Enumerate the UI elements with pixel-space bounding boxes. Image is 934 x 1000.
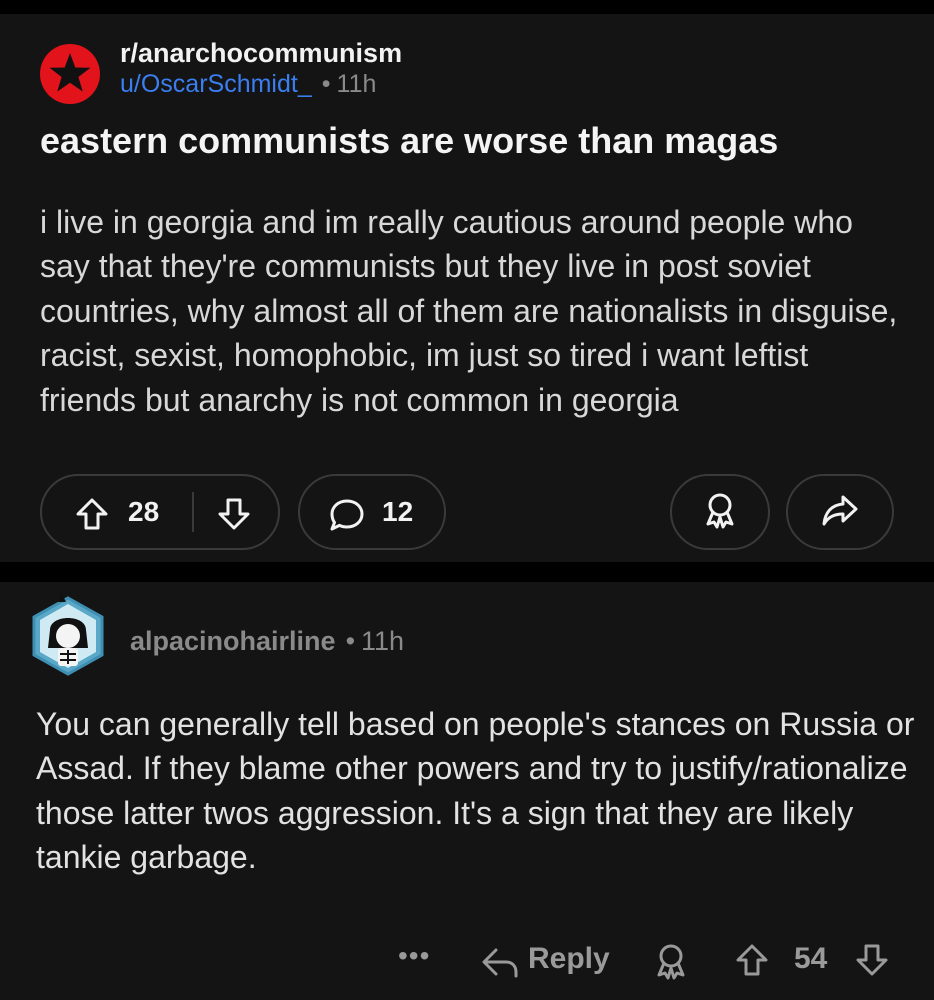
comment-bubble-icon: [328, 497, 366, 538]
commenter-avatar[interactable]: [28, 590, 108, 680]
comments-button[interactable]: 12: [298, 474, 446, 550]
comment-meta: alpacinohairline • 11h: [130, 626, 404, 657]
post-card[interactable]: r/anarchocommunism u/OscarSchmidt_ • 11h e…: [0, 14, 934, 562]
post-age: 11h: [336, 70, 377, 98]
subreddit-name[interactable]: r/anarchocommunism: [120, 38, 402, 69]
share-icon: [821, 493, 859, 532]
share-button[interactable]: [786, 474, 894, 550]
upvote-icon[interactable]: [74, 496, 110, 537]
reply-button[interactable]: Reply: [528, 942, 610, 976]
vote-bar: 28: [40, 474, 280, 550]
more-options-button[interactable]: •••: [398, 940, 430, 972]
comment-body: You can generally tell based on people's…: [36, 706, 915, 876]
meta-separator: •: [345, 626, 356, 656]
reply-arrow-icon[interactable]: [480, 944, 520, 985]
post-body: i live in georgia and im really cautious…: [40, 204, 898, 418]
status-bar-strip: [0, 0, 934, 14]
meta-separator: •: [321, 70, 331, 98]
vote-divider: [192, 492, 194, 532]
comment-upvote-icon[interactable]: [734, 942, 770, 983]
comment-card[interactable]: alpacinohairline • 11h You can generally t…: [0, 582, 934, 1000]
comment-vote-count: 54: [794, 942, 828, 975]
comment-downvote-icon[interactable]: [854, 942, 890, 983]
subreddit-star-icon[interactable]: [40, 44, 100, 104]
post-vote-count: 28: [128, 496, 160, 527]
award-button[interactable]: [670, 474, 770, 550]
downvote-icon[interactable]: [216, 496, 252, 537]
post-author[interactable]: u/OscarSchmidt_: [120, 70, 312, 98]
comment-count: 12: [382, 496, 414, 527]
post-meta: u/OscarSchmidt_ • 11h: [120, 70, 376, 99]
award-icon: [703, 491, 737, 534]
comment-username[interactable]: alpacinohairline: [130, 626, 336, 656]
comment-age: 11h: [361, 626, 405, 656]
comment-award-icon[interactable]: [654, 942, 688, 985]
post-title[interactable]: eastern communists are worse than magas: [40, 120, 778, 162]
